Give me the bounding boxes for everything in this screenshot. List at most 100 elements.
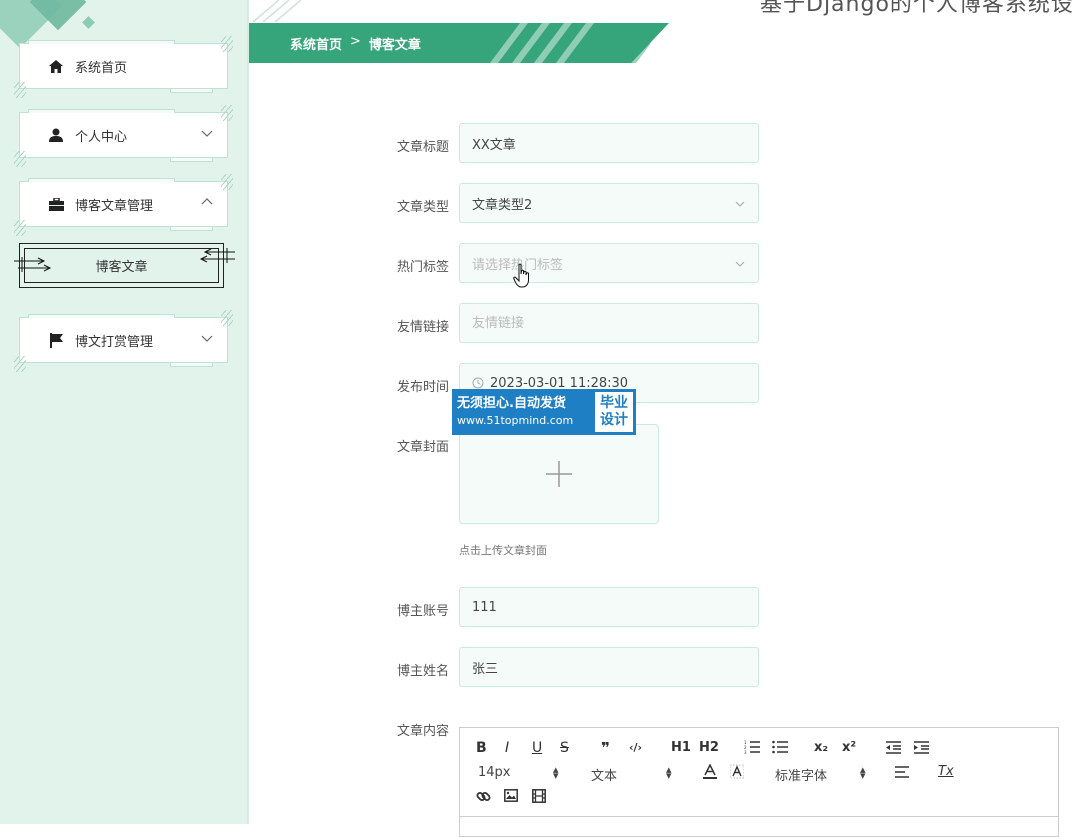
cover-label: 文章封面 bbox=[396, 440, 449, 455]
code-button[interactable]: ‹/› bbox=[629, 740, 642, 756]
watermark-line2: www.51topmind.com bbox=[457, 414, 574, 427]
sidebar: 系统首页 个人中心 博客文章管理 博客文章 博文打赏管理 bbox=[0, 0, 249, 824]
breadcrumb-stripes bbox=[490, 23, 650, 63]
breadcrumb: 系统首页 > 博客文章 bbox=[290, 34, 421, 53]
watermark-line1: 无须担心.自动发货 bbox=[457, 396, 566, 411]
updown-icon: ▴ ▾ bbox=[666, 763, 672, 782]
content-label: 文章内容 bbox=[396, 724, 449, 739]
name-input[interactable] bbox=[459, 647, 759, 687]
chevron-down-icon bbox=[735, 201, 745, 207]
svg-text:3: 3 bbox=[744, 750, 747, 754]
align-icon[interactable] bbox=[895, 766, 909, 778]
outdent-icon[interactable] bbox=[886, 741, 901, 754]
sidebar-subitem-label: 博客文章 bbox=[95, 260, 148, 275]
breadcrumb-home[interactable]: 系统首页 bbox=[290, 34, 342, 53]
updown-icon: ▴ ▾ bbox=[553, 763, 559, 782]
decoration-hatch bbox=[14, 356, 26, 372]
sidebar-item-label: 博客文章管理 bbox=[75, 198, 154, 214]
font-family-select[interactable]: 标准字体 bbox=[775, 765, 827, 784]
sidebar-subitem-blog-article[interactable]: 博客文章 bbox=[14, 243, 235, 288]
video-icon[interactable] bbox=[532, 789, 546, 803]
sidebar-item-blog-management[interactable]: 博客文章管理 bbox=[14, 174, 233, 236]
decoration-hatch bbox=[221, 105, 233, 121]
clock-icon bbox=[472, 377, 484, 389]
chevron-up-icon bbox=[201, 198, 213, 205]
chevron-down-icon bbox=[201, 335, 213, 342]
sidebar-item-home[interactable]: 系统首页 bbox=[14, 36, 233, 98]
watermark-text: 无须担心.自动发货 www.51topmind.com bbox=[453, 390, 593, 434]
decoration-diamond bbox=[82, 16, 95, 29]
decoration-hatch bbox=[221, 174, 233, 190]
sidebar-item-label: 博文打赏管理 bbox=[75, 334, 154, 350]
title-input[interactable] bbox=[459, 123, 759, 163]
decoration-hatch bbox=[221, 36, 233, 52]
updown-icon: ▴ ▾ bbox=[860, 763, 866, 782]
chevron-down-icon bbox=[201, 130, 213, 137]
rich-text-editor[interactable]: B I U S ❞ ‹/› H1 H2 123 x₂ x² 14px ▴ ▾ 文本… bbox=[459, 727, 1059, 837]
flag-icon bbox=[48, 332, 64, 348]
clean-format-button[interactable]: Tx bbox=[938, 764, 954, 780]
decoration-hatch bbox=[14, 220, 26, 236]
sidebar-border bbox=[247, 0, 249, 824]
breadcrumb-current: 博客文章 bbox=[368, 38, 421, 53]
sidebar-item-reward-management[interactable]: 博文打赏管理 bbox=[14, 310, 233, 372]
paragraph-select[interactable]: 文本 bbox=[591, 765, 617, 784]
tags-label: 热门标签 bbox=[396, 260, 449, 275]
editor-toolbar: B I U S ❞ ‹/› H1 H2 123 x₂ x² 14px ▴ ▾ 文本… bbox=[460, 728, 1058, 817]
sidebar-item-label: 个人中心 bbox=[75, 129, 128, 145]
briefcase-icon bbox=[48, 196, 64, 212]
type-select[interactable]: 文章类型2 bbox=[459, 183, 759, 223]
type-label: 文章类型 bbox=[396, 200, 449, 215]
title-label: 文章标题 bbox=[396, 140, 449, 155]
home-icon bbox=[48, 58, 64, 74]
font-family-value: 标准字体 bbox=[775, 769, 828, 784]
h1-button[interactable]: H1 bbox=[671, 740, 691, 756]
page-title: 基于Django的个人博客系统设 bbox=[760, 0, 1074, 17]
tags-select[interactable]: 请选择热门标签 bbox=[459, 243, 759, 283]
link-input[interactable] bbox=[459, 303, 759, 343]
blockquote-button[interactable]: ❞ bbox=[601, 740, 610, 756]
image-icon[interactable] bbox=[504, 789, 518, 802]
strike-button[interactable]: S bbox=[560, 740, 569, 756]
type-select-value: 文章类型2 bbox=[472, 197, 533, 213]
watermark-overlay: 无须担心.自动发货 www.51topmind.com 毕业 设计 bbox=[452, 389, 636, 435]
decoration-hatch bbox=[14, 82, 26, 98]
underline-button[interactable]: U bbox=[532, 740, 542, 756]
background-color-icon[interactable] bbox=[730, 764, 744, 780]
watermark-badge: 毕业 设计 bbox=[595, 392, 633, 432]
paragraph-value: 文本 bbox=[591, 769, 618, 784]
plus-icon bbox=[546, 461, 572, 487]
cover-upload-hint: 点击上传文章封面 bbox=[459, 544, 547, 557]
decoration-hatch bbox=[14, 151, 26, 167]
watermark-badge-line2: 设计 bbox=[600, 412, 628, 428]
italic-button[interactable]: I bbox=[505, 740, 509, 756]
account-input[interactable] bbox=[459, 587, 759, 627]
superscript-button[interactable]: x² bbox=[842, 740, 856, 756]
decoration-hatch bbox=[221, 310, 233, 326]
arrows-right-icon bbox=[14, 257, 52, 272]
bold-button[interactable]: B bbox=[476, 740, 487, 756]
account-label: 博主账号 bbox=[396, 604, 449, 619]
font-size-select[interactable]: 14px bbox=[478, 765, 511, 780]
subscript-button[interactable]: x₂ bbox=[814, 740, 828, 756]
link-icon[interactable] bbox=[476, 789, 491, 804]
indent-icon[interactable] bbox=[914, 741, 929, 754]
cover-upload[interactable] bbox=[459, 424, 659, 524]
ordered-list-icon[interactable]: 123 bbox=[744, 740, 760, 754]
sidebar-item-personal-center[interactable]: 个人中心 bbox=[14, 105, 233, 167]
header-decoration bbox=[253, 0, 302, 22]
link-label: 友情链接 bbox=[396, 320, 449, 335]
sidebar-item-label: 系统首页 bbox=[75, 60, 128, 76]
breadcrumb-separator: > bbox=[350, 34, 361, 49]
watermark-badge-line1: 毕业 bbox=[600, 395, 628, 411]
time-label: 发布时间 bbox=[396, 380, 449, 395]
chevron-down-icon bbox=[735, 261, 745, 267]
h2-button[interactable]: H2 bbox=[699, 740, 719, 756]
user-icon bbox=[48, 127, 64, 143]
bullet-list-icon[interactable] bbox=[772, 740, 788, 754]
font-size-value: 14px bbox=[478, 765, 511, 780]
hand-cursor-icon bbox=[513, 263, 529, 288]
text-color-icon[interactable] bbox=[703, 764, 717, 780]
name-label: 博主姓名 bbox=[396, 664, 449, 679]
arrows-left-icon bbox=[199, 248, 235, 263]
